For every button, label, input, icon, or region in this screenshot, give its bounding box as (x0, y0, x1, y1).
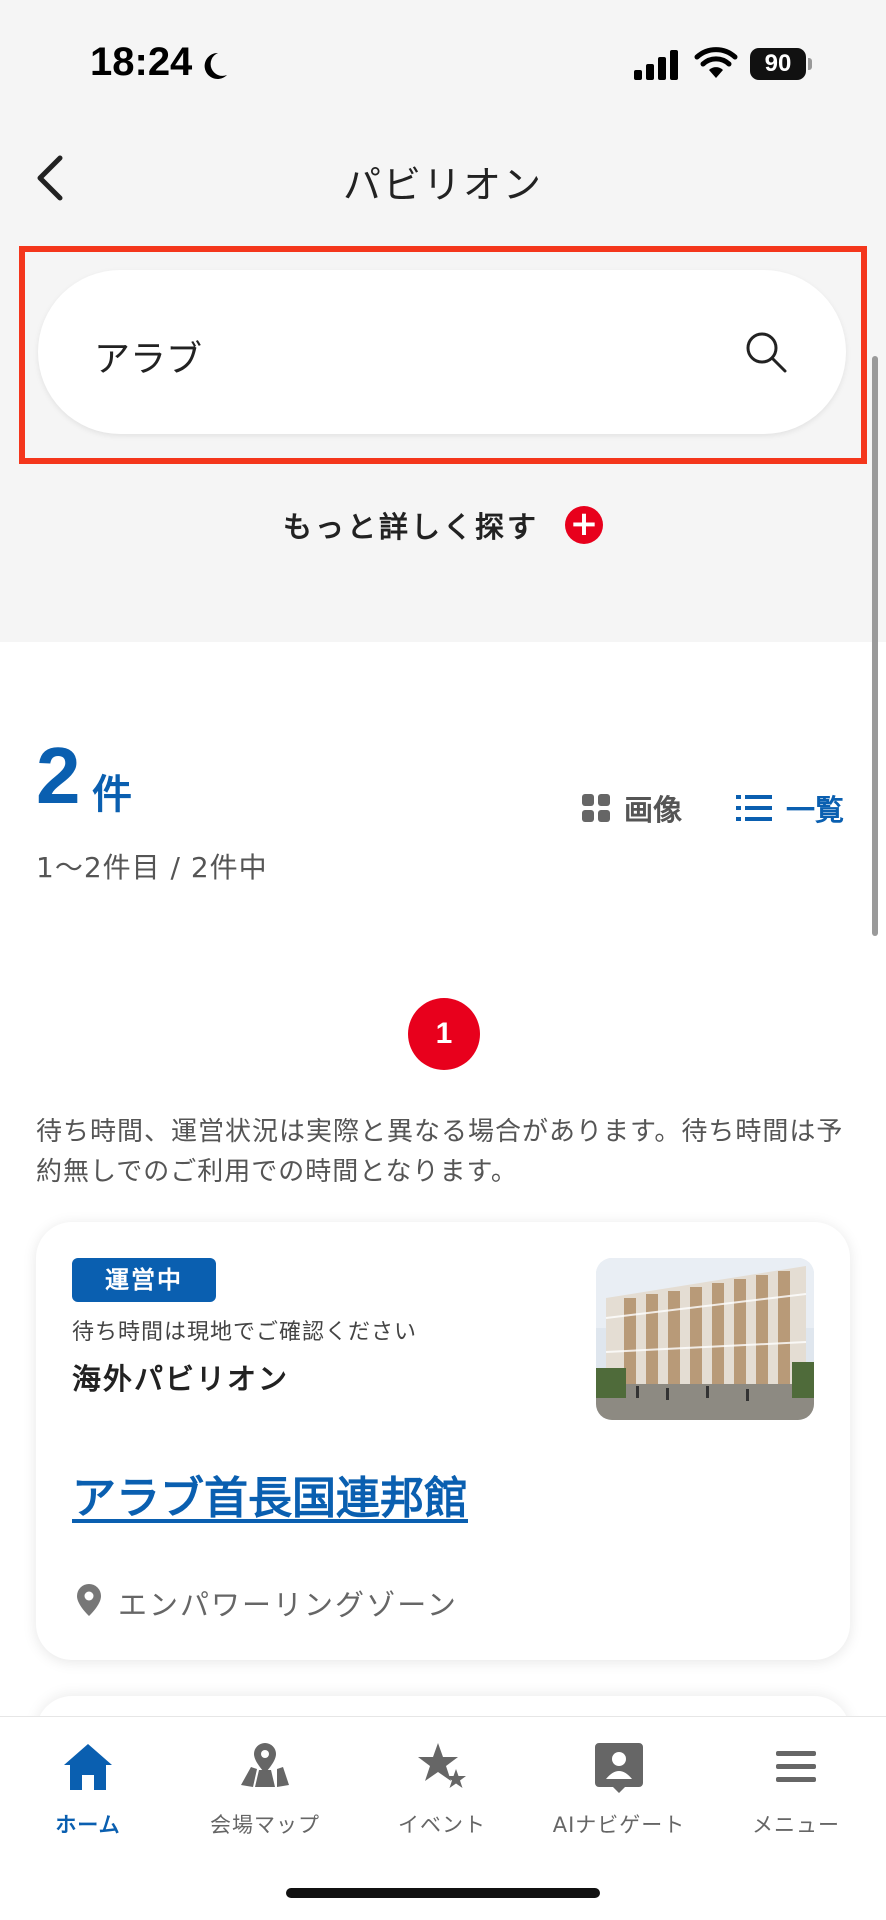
location-pin-icon (77, 1584, 101, 1616)
image-view-label[interactable]: 画像 (624, 787, 682, 829)
search-icon[interactable] (744, 330, 788, 374)
list-view-label[interactable]: 一覧 (786, 787, 844, 829)
status-time: 18:24 (90, 40, 193, 84)
nav-label-events: イベント (398, 1813, 486, 1837)
nav-item-menu[interactable]: メニュー (708, 1739, 884, 1849)
pavilion-card[interactable]: 運営中 待ち時間は現地でご確認ください 海外パビリオン アラブ首長国連邦館 エン… (36, 1222, 850, 1660)
battery-indicator: 90 (750, 48, 806, 80)
pavilion-category: 海外パビリオン (72, 1362, 290, 1396)
nav-item-home[interactable]: ホーム (0, 1739, 176, 1849)
map-icon (241, 1743, 289, 1787)
page-title: パビリオン (342, 163, 543, 207)
zone-text: エンパワーリングゾーン (118, 1588, 458, 1622)
cellular-signal-icon (634, 50, 678, 80)
nav-item-events[interactable]: イベント (354, 1739, 530, 1849)
grid-icon (582, 794, 610, 822)
home-indicator (286, 1888, 600, 1898)
pavilion-name-link[interactable]: アラブ首長国連邦館 (72, 1462, 468, 1526)
nav-label-menu: メニュー (752, 1813, 840, 1837)
result-range: 1～2件目 / 2件中 (36, 851, 268, 884)
ai-navigator-icon (595, 1743, 643, 1793)
search-input[interactable]: アラブ (38, 270, 846, 434)
nav-label-ai-navigator: AIナビゲート (552, 1813, 686, 1837)
moon-icon (204, 52, 227, 79)
status-badge: 運営中 (72, 1258, 216, 1302)
image-view-toggle[interactable]: 画像 (582, 788, 682, 828)
scrollbar[interactable] (872, 356, 878, 936)
pavilion-thumbnail[interactable] (596, 1258, 814, 1420)
stars-icon (418, 1743, 466, 1788)
nav-item-ai-navigator[interactable]: AIナビゲート (531, 1739, 707, 1849)
wait-time-notice: 待ち時間、運営状況は実際と異なる場合があります。待ち時間は予約無しでのご利用での… (36, 1117, 844, 1187)
result-count-unit: 件 (92, 772, 132, 818)
hamburger-menu-icon (776, 1751, 816, 1782)
detailed-search-toggle[interactable]: もっと詳しく探す + (0, 503, 886, 547)
pagination-current-page[interactable]: 1 (408, 998, 480, 1070)
detailed-search-label[interactable]: もっと詳しく探す (283, 504, 539, 546)
nav-label-map: 会場マップ (210, 1813, 320, 1837)
list-view-toggle[interactable]: 一覧 (736, 788, 844, 828)
nav-label-home: ホーム (55, 1813, 121, 1837)
plus-circle-icon[interactable]: + (565, 506, 603, 544)
search-input-value[interactable]: アラブ (94, 330, 202, 382)
wait-time-text: 待ち時間は現地でご確認ください (72, 1320, 418, 1345)
result-count: 2 (36, 731, 81, 820)
wifi-icon (694, 47, 738, 78)
list-icon (736, 795, 772, 821)
nav-item-map[interactable]: 会場マップ (177, 1739, 353, 1849)
battery-tip (808, 58, 812, 70)
home-icon (64, 1744, 112, 1790)
